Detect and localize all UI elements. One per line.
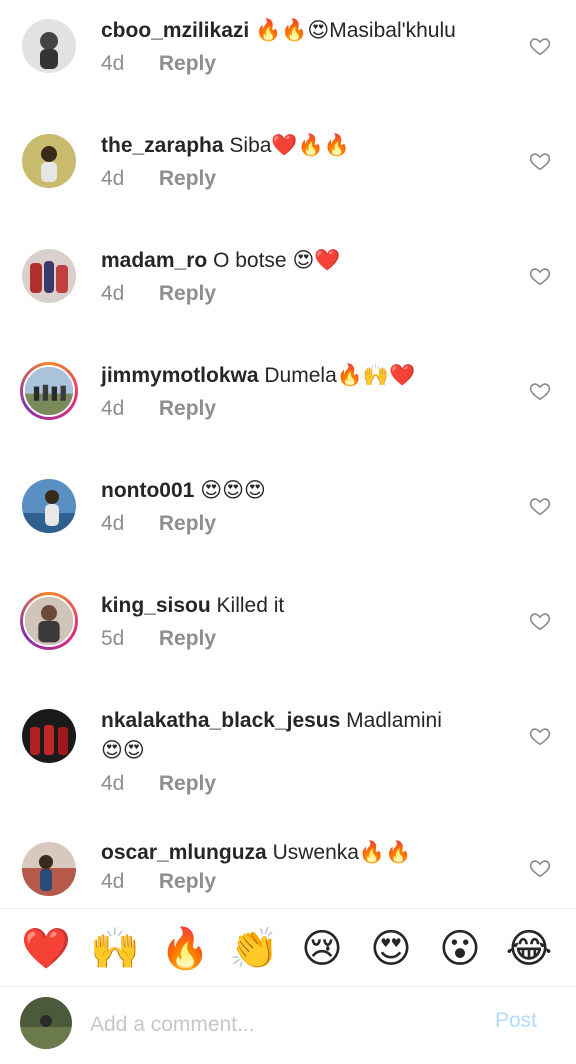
comment-body: nonto001 😍😍😍 4d Reply [101, 476, 501, 536]
comment-time: 4d [101, 167, 125, 190]
like-heart-icon[interactable] [529, 380, 553, 404]
comment-time: 5d [101, 627, 125, 650]
comment-text: O botse 😍❤️ [213, 249, 341, 272]
avatar[interactable] [22, 249, 76, 303]
avatar-image [22, 709, 76, 763]
comment-username[interactable]: cboo_mzilikazi [101, 19, 249, 42]
comment-text: Killed it [216, 594, 285, 617]
like-heart-icon[interactable] [529, 35, 553, 59]
laughing-emoji-reaction[interactable]: 😂 [505, 925, 553, 973]
comment-username[interactable]: jimmymotlokwa [101, 364, 259, 387]
fire-emoji-reaction[interactable]: 🔥 [160, 925, 210, 973]
heart-eyes-emoji-reaction[interactable]: 😍 [367, 925, 415, 973]
comment-time: 4d [101, 282, 125, 305]
comment-time: 4d [101, 512, 125, 535]
avatar-image [23, 365, 75, 417]
post-button[interactable]: Post [495, 1009, 537, 1033]
comment-username[interactable]: the_zarapha [101, 134, 224, 157]
comment-body: cboo_mzilikazi 🔥🔥😍Masibal'khulu 4d Reply [101, 16, 501, 76]
comment-body: oscar_mlunguza Uswenka🔥🔥 4d Reply [101, 838, 501, 894]
avatar[interactable] [22, 19, 76, 73]
reply-button[interactable]: Reply [159, 627, 216, 650]
heart-emoji-reaction[interactable]: ❤️ [21, 925, 71, 973]
user-avatar [20, 997, 72, 1049]
comment-time: 4d [101, 772, 125, 795]
reply-button[interactable]: Reply [159, 52, 216, 75]
reply-button[interactable]: Reply [159, 512, 216, 535]
avatar[interactable] [22, 709, 76, 763]
comment-username[interactable]: madam_ro [101, 249, 207, 272]
comment-time: 4d [101, 870, 125, 893]
comment-time: 4d [101, 52, 125, 75]
crying-emoji-reaction[interactable]: 😢 [298, 925, 346, 973]
reply-button[interactable]: Reply [159, 870, 216, 893]
quick-reaction-bar: ❤️ 🙌 🔥 👏 😢 😍 😮 😂 [0, 908, 576, 987]
comment-input[interactable] [88, 1009, 472, 1041]
avatar[interactable] [22, 842, 76, 896]
comment-text: Siba❤️🔥🔥 [229, 134, 350, 157]
avatar-image [23, 595, 75, 647]
comment-username[interactable]: nonto001 [101, 479, 194, 502]
like-heart-icon[interactable] [529, 725, 553, 749]
avatar-image [22, 249, 76, 303]
avatar[interactable] [22, 479, 76, 533]
comment-username[interactable]: king_sisou [101, 594, 211, 617]
avatar-image [22, 842, 76, 896]
avatar-image [22, 19, 76, 73]
avatar[interactable] [22, 134, 76, 188]
raised-hands-emoji-reaction[interactable]: 🙌 [90, 925, 140, 973]
reply-button[interactable]: Reply [159, 282, 216, 305]
like-heart-icon[interactable] [529, 610, 553, 634]
comment-body: the_zarapha Siba❤️🔥🔥 4d Reply [101, 131, 501, 191]
reply-button[interactable]: Reply [159, 397, 216, 420]
comment-body: king_sisou Killed it 5d Reply [101, 591, 501, 651]
comment-text: 😍😍😍 [200, 479, 266, 502]
like-heart-icon[interactable] [529, 265, 553, 289]
comment-text: 🔥🔥😍Masibal'khulu [255, 19, 456, 42]
avatar-image [22, 134, 76, 188]
comment-text: Dumela🔥🙌❤️ [264, 364, 416, 387]
reply-button[interactable]: Reply [159, 167, 216, 190]
comment-time: 4d [101, 397, 125, 420]
comment-username[interactable]: nkalakatha_black_jesus [101, 709, 340, 732]
comment-text: Madlamini [346, 709, 442, 732]
comment-body: madam_ro O botse 😍❤️ 4d Reply [101, 246, 501, 306]
like-heart-icon[interactable] [529, 495, 553, 519]
surprised-emoji-reaction[interactable]: 😮 [436, 925, 484, 973]
clapping-emoji-reaction[interactable]: 👏 [229, 925, 279, 973]
avatar-image [22, 479, 76, 533]
avatar[interactable] [20, 362, 78, 420]
like-heart-icon[interactable] [529, 150, 553, 174]
avatar-image [20, 997, 72, 1049]
comment-body: nkalakatha_black_jesus Madlamini 😍😍 4d R… [101, 706, 501, 796]
comment-text-continued: 😍😍 [101, 739, 145, 762]
reply-button[interactable]: Reply [159, 772, 216, 795]
avatar[interactable] [20, 592, 78, 650]
comment-username[interactable]: oscar_mlunguza [101, 841, 267, 864]
like-heart-icon[interactable] [529, 857, 553, 881]
comment-body: jimmymotlokwa Dumela🔥🙌❤️ 4d Reply [101, 361, 501, 421]
comment-text: Uswenka🔥🔥 [272, 841, 412, 864]
comment-composer: Post [0, 986, 576, 1064]
